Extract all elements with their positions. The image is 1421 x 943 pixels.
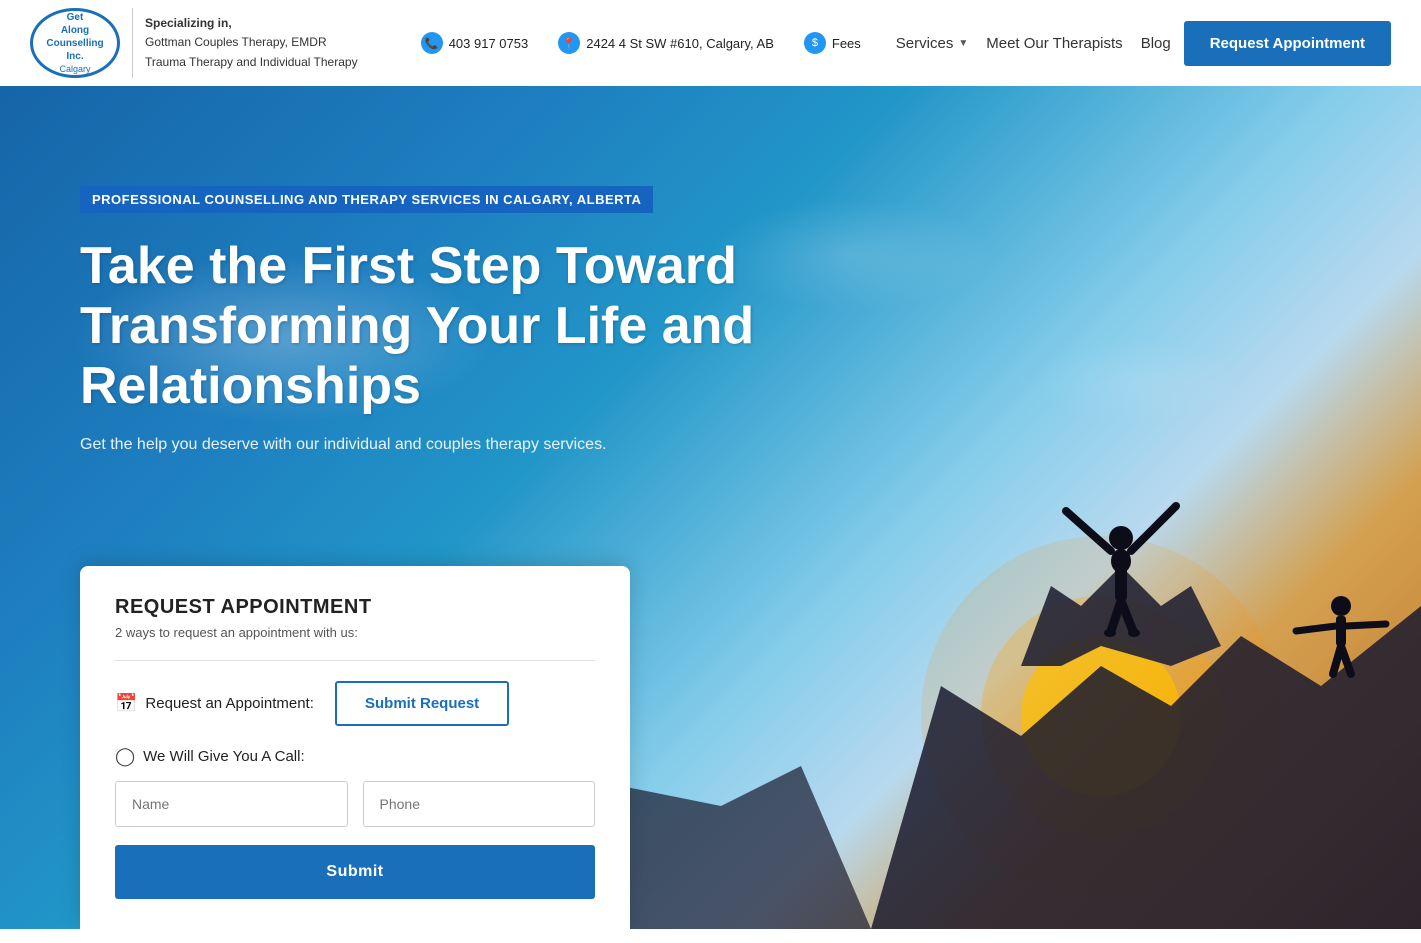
hero-section: PROFESSIONAL COUNSELLING AND THERAPY SER…	[0, 86, 1421, 929]
call-row: ◯ We Will Give You A Call:	[115, 746, 595, 827]
nav-item-services[interactable]: Services ▼	[891, 13, 973, 74]
nav-item-blog[interactable]: Blog	[1136, 13, 1176, 74]
request-label: 📅 Request an Appointment:	[115, 693, 315, 714]
specializing-text: Specializing in, Gottman Couples Therapy…	[145, 14, 365, 72]
main-nav: Services ▼ Meet Our Therapists Blog Requ…	[891, 13, 1391, 74]
input-row	[115, 781, 595, 827]
location-icon: 📍	[558, 32, 580, 54]
request-row: 📅 Request an Appointment: Submit Request	[115, 681, 595, 726]
hero-badge: PROFESSIONAL COUNSELLING AND THERAPY SER…	[80, 186, 653, 213]
request-appointment-button[interactable]: Request Appointment	[1184, 21, 1391, 66]
address-contact[interactable]: 📍 2424 4 St SW #610, Calgary, AB	[558, 32, 774, 54]
appointment-title: REQUEST APPOINTMENT	[115, 596, 595, 619]
submit-button[interactable]: Submit	[115, 845, 595, 899]
appointment-subtitle: 2 ways to request an appointment with us…	[115, 625, 595, 640]
name-input[interactable]	[115, 781, 348, 827]
hero-subtitle: Get the help you deserve with our indivi…	[80, 436, 640, 454]
logo-area: Can't We Just Get Along Counselling Inc.…	[30, 8, 370, 78]
calendar-icon: 📅	[115, 693, 137, 714]
hero-title: Take the First Step Toward Transforming …	[80, 237, 800, 416]
call-label: ◯ We Will Give You A Call:	[115, 746, 595, 767]
logo-divider	[132, 8, 133, 78]
fees-contact[interactable]: $ Fees	[804, 32, 861, 54]
nav-item-therapists[interactable]: Meet Our Therapists	[981, 13, 1127, 74]
appointment-divider	[115, 660, 595, 661]
phone-icon: 📞	[421, 32, 443, 54]
top-bar-contacts: 📞 403 917 0753 📍 2424 4 St SW #610, Calg…	[421, 13, 1391, 74]
fees-icon: $	[804, 32, 826, 54]
appointment-card: REQUEST APPOINTMENT 2 ways to request an…	[80, 566, 630, 929]
clock-icon: ◯	[115, 746, 135, 767]
submit-request-button[interactable]: Submit Request	[335, 681, 509, 726]
logo-text: Can't We Just Get Along Counselling Inc.…	[33, 8, 117, 78]
phone-input[interactable]	[363, 781, 596, 827]
logo: Can't We Just Get Along Counselling Inc.…	[30, 8, 120, 78]
top-bar: Can't We Just Get Along Counselling Inc.…	[0, 0, 1421, 86]
hero-content: PROFESSIONAL COUNSELLING AND THERAPY SER…	[80, 186, 800, 494]
chevron-down-icon: ▼	[958, 38, 968, 49]
phone-contact[interactable]: 📞 403 917 0753	[421, 32, 529, 54]
